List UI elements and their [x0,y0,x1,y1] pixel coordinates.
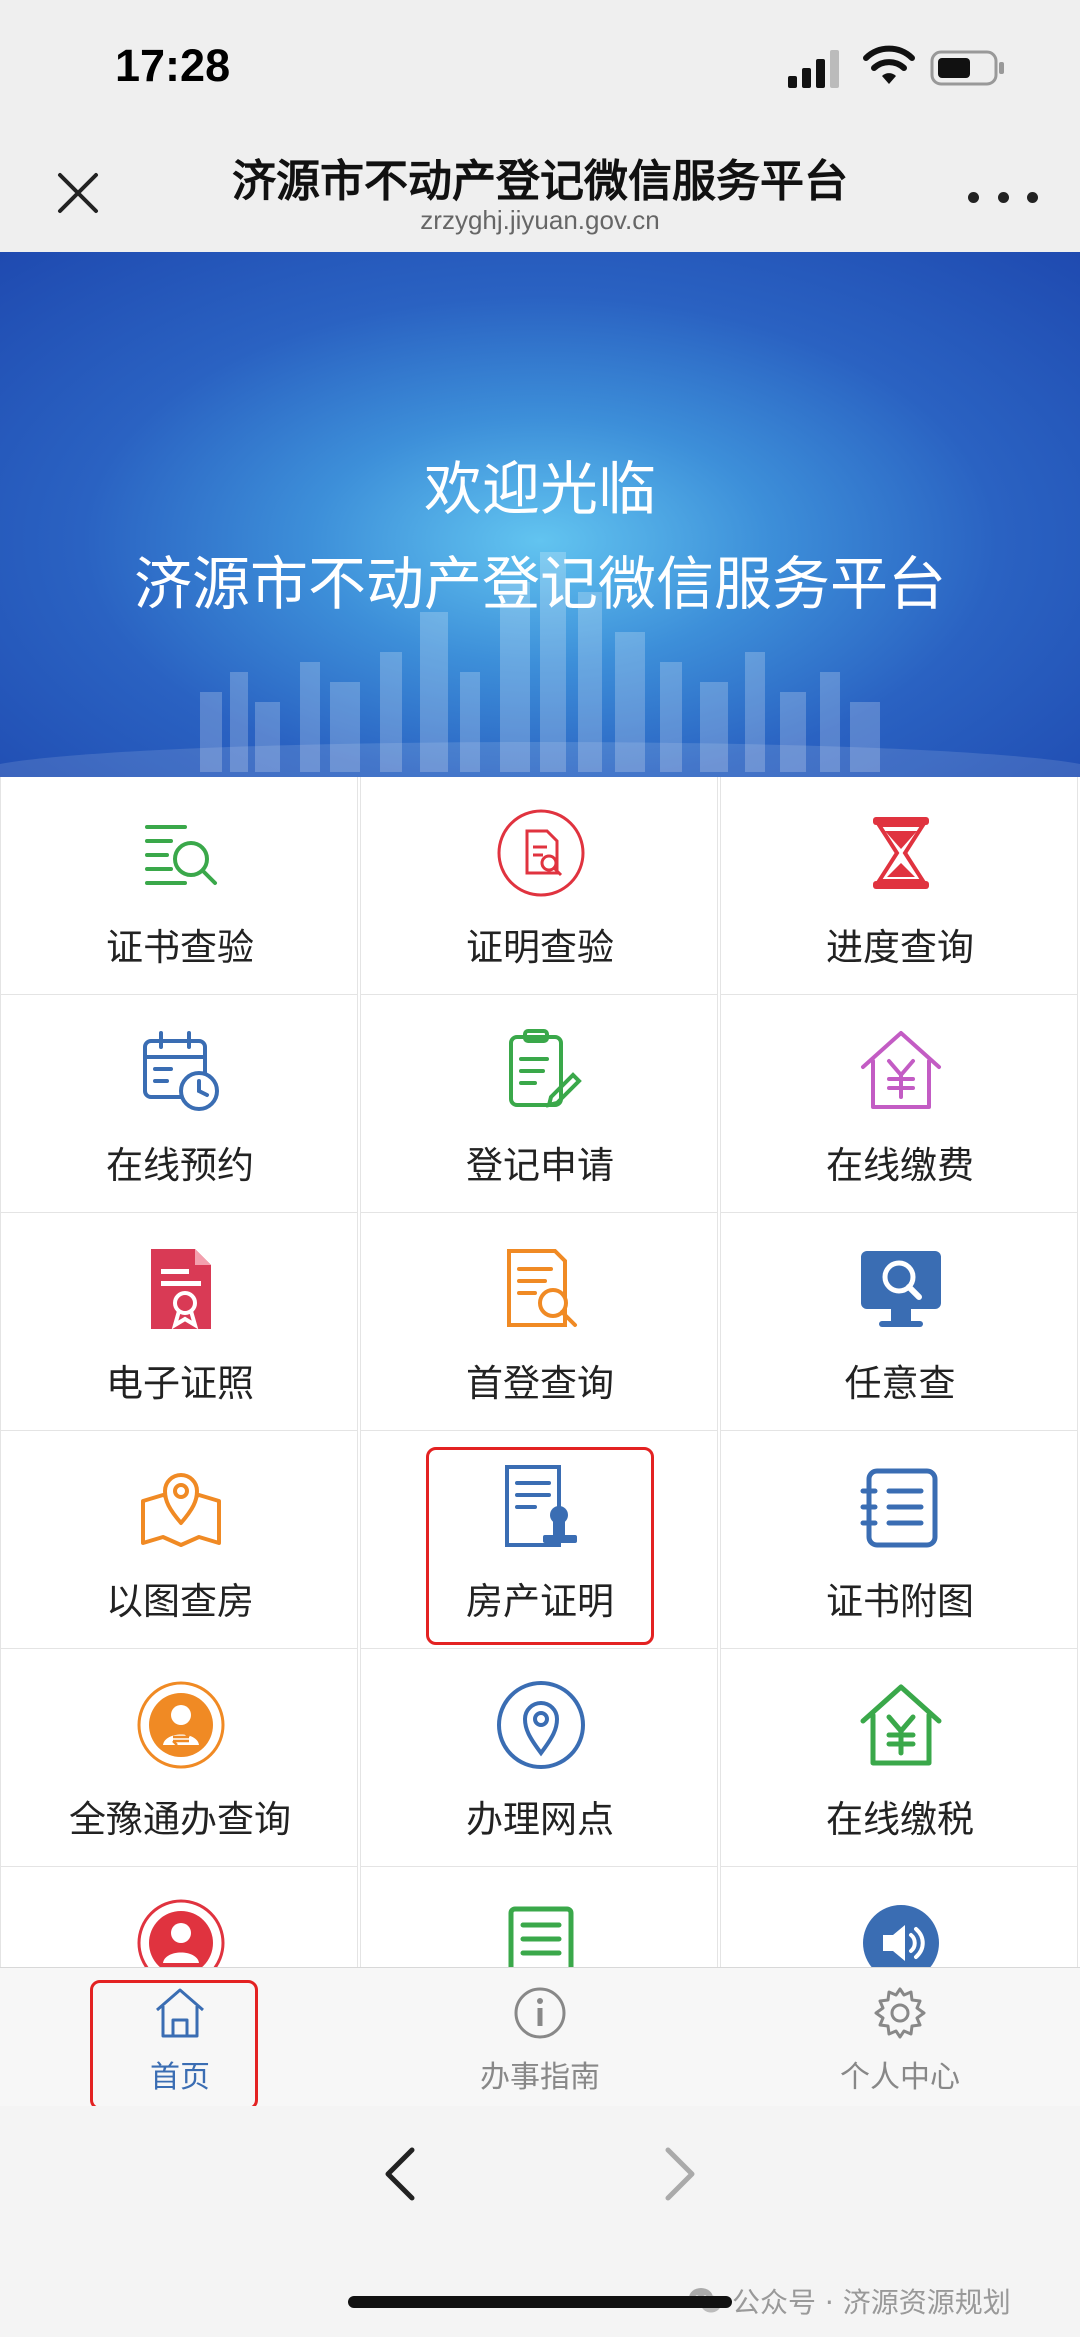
banner-welcome-text: 欢迎光临 [423,455,656,523]
service-label: 在线缴费 [826,1144,974,1187]
highlight-box-home-tab [90,1980,258,2110]
certificate-search-icon [145,825,217,885]
clipboard-edit-icon [509,1029,582,1108]
wifi-icon [863,45,915,84]
service-certificate-attachment[interactable]: 证书附图 [720,1431,1078,1649]
service-label: 登记申请 [466,1144,614,1187]
speaker-icon [863,1905,939,1967]
service-online-booking[interactable]: 在线预约 [0,995,358,1213]
watermark: 公众号 · 济源资源规划 [688,2281,1011,2321]
document-magnifier-icon [507,1249,577,1327]
calendar-clock-icon [143,1031,219,1111]
service-label: 证明查验 [466,926,614,969]
service-label: 电子证照 [106,1362,254,1405]
monitor-search-icon [861,1251,941,1327]
map-pin-icon [141,1473,221,1547]
service-label: 证书附图 [826,1580,974,1623]
service-e-certificate[interactable]: 电子证照 [0,1213,358,1431]
list-document-icon [860,1468,938,1548]
user-exchange-red-icon [137,1899,225,1967]
browser-navigation-bar: 公众号 · 济源资源规划 [0,2106,1080,2337]
close-icon [58,173,98,213]
service-label: 进度查询 [826,926,974,969]
user-exchange-icon [137,1681,225,1769]
forward-arrow-icon[interactable] [658,2144,702,2204]
service-online-payment[interactable]: 在线缴费 [720,995,1078,1213]
service-label: 在线缴税 [826,1798,974,1841]
battery-icon [930,50,1004,86]
service-proof-verify[interactable]: 证明查验 [360,777,718,995]
electronic-certificate-icon [151,1249,211,1330]
service-grid: 证书查验 证明查验 进度查询 在线预约 登记申请 在线缴费 电子证照 首登查询 … [0,777,1080,1967]
watermark-text: 公众号 · 济源资源规划 [732,2286,1011,2319]
more-dot-icon [1027,191,1038,203]
status-time: 17:28 [115,40,231,91]
house-tax-icon [860,1684,942,1766]
service-online-tax[interactable]: 在线缴税 [720,1649,1078,1867]
service-label: 全豫通办查询 [69,1798,291,1841]
page-title: 济源市不动产登记微信服务平台 [232,156,848,207]
bottom-tab-bar: 首页 办事指南 个人中心 [0,1967,1080,2110]
more-dot-icon [968,191,979,203]
service-any-query[interactable]: 任意查 [720,1213,1078,1431]
service-item-17[interactable] [360,1867,718,1967]
more-options-button[interactable] [968,177,1038,217]
service-item-18[interactable] [720,1867,1078,1967]
service-map-house-query[interactable]: 以图查房 [0,1431,358,1649]
notepad-icon [508,1906,574,1967]
tab-label: 个人中心 [840,2060,960,2095]
service-progress-query[interactable]: 进度查询 [720,777,1078,995]
hourglass-icon [873,817,929,889]
service-label: 证书查验 [106,926,254,969]
service-label: 任意查 [844,1362,956,1405]
info-icon [514,1987,566,2039]
service-label: 首登查询 [466,1362,614,1405]
service-henan-query[interactable]: 全豫通办查询 [0,1649,358,1867]
back-arrow-icon[interactable] [378,2144,422,2204]
more-dot-icon [997,191,1009,203]
tab-label: 办事指南 [480,2060,600,2095]
status-bar: 17:28 [0,0,1080,135]
close-button[interactable] [46,161,110,225]
service-service-outlets[interactable]: 办理网点 [360,1649,718,1867]
welcome-banner: 欢迎光临 济源市不动产登记微信服务平台 [0,252,1080,777]
service-label: 以图查房 [106,1580,254,1623]
service-label: 在线预约 [106,1144,254,1187]
service-item-16[interactable] [0,1867,358,1967]
banner-platform-name: 济源市不动产登记微信服务平台 [133,550,946,618]
gear-icon [874,1987,926,2039]
service-registration-apply[interactable]: 登记申请 [360,995,718,1213]
service-certificate-verify[interactable]: 证书查验 [0,777,358,995]
page-url: zrzyghj.jiyuan.gov.cn [420,205,660,235]
tab-personal-center[interactable]: 个人中心 [720,1968,1080,2106]
nav-header: 济源市不动产登记微信服务平台 zrzyghj.jiyuan.gov.cn [0,135,1080,253]
tab-guide[interactable]: 办事指南 [360,1968,720,2106]
document-search-icon [497,809,585,897]
service-label: 办理网点 [466,1798,614,1841]
house-yen-icon [861,1031,941,1109]
cellular-signal-icon [788,50,839,88]
service-first-registration-query[interactable]: 首登查询 [360,1213,718,1431]
highlight-box-property-certificate [426,1447,654,1645]
home-indicator[interactable] [348,2296,732,2308]
location-pin-icon [497,1681,585,1769]
